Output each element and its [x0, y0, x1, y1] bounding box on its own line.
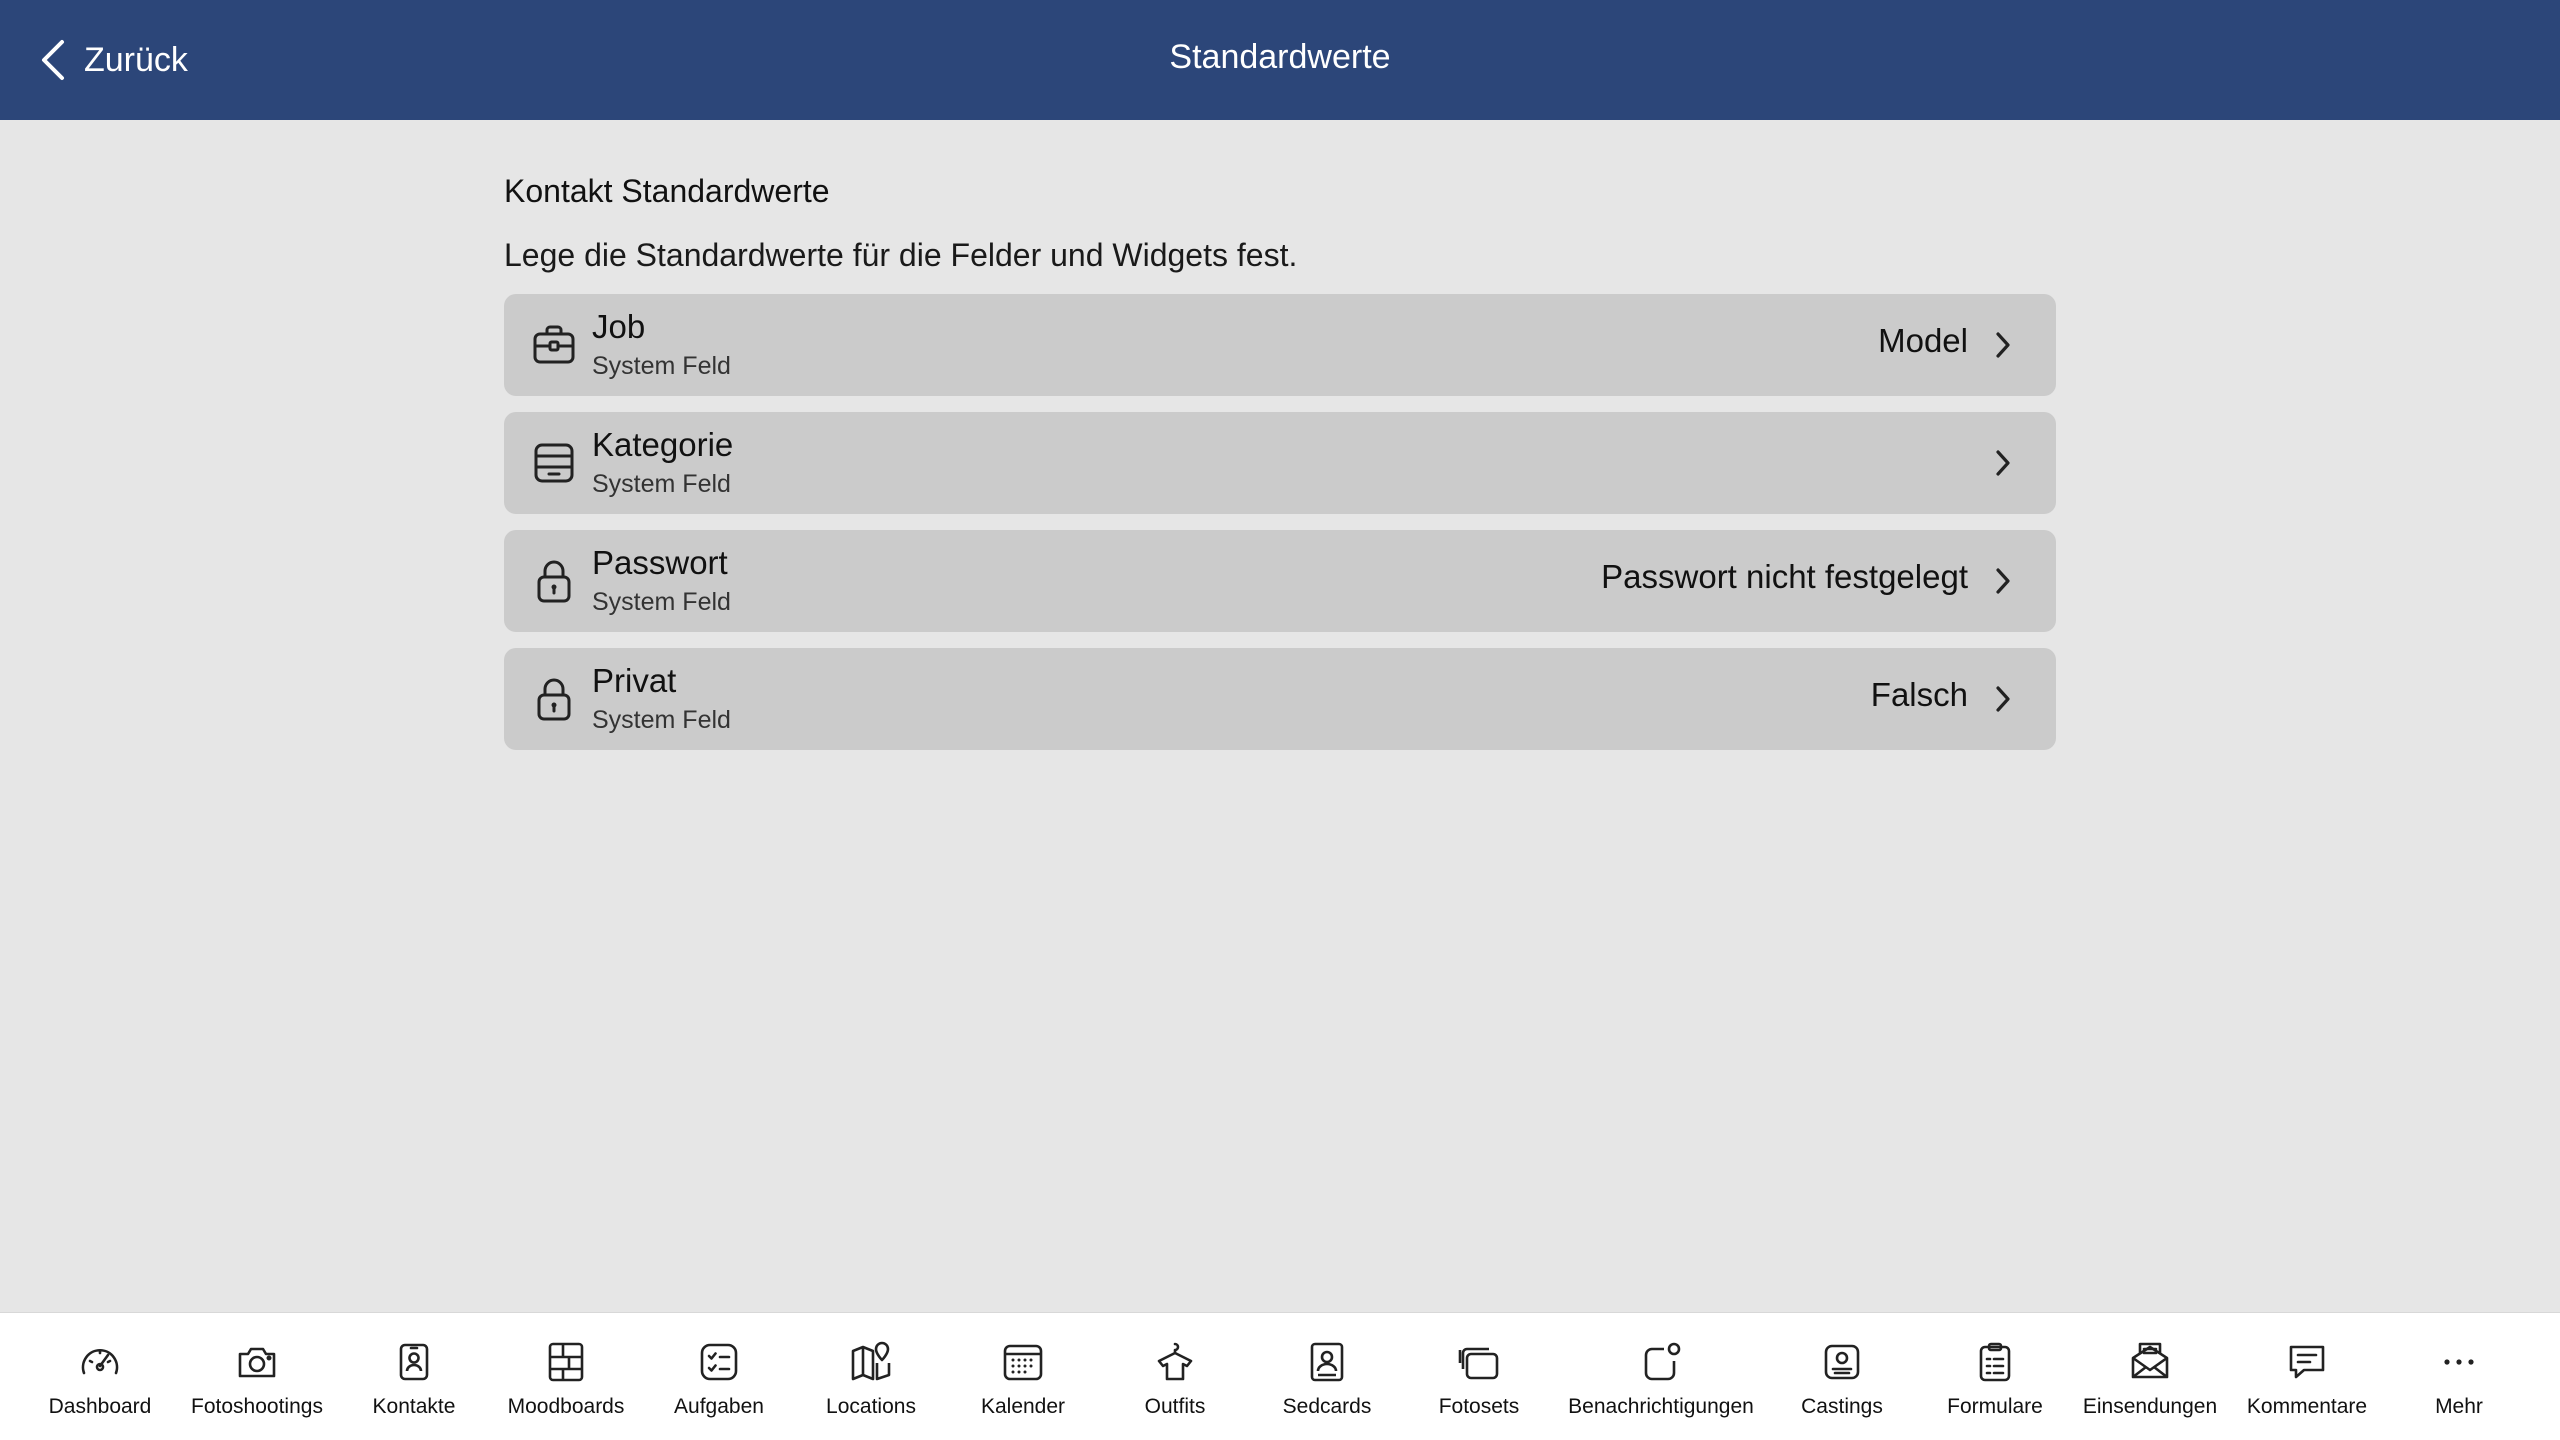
contact-icon: [391, 1339, 437, 1385]
tab-fotoshootings[interactable]: Fotoshootings: [187, 1313, 327, 1440]
archive-icon: [530, 439, 578, 487]
page-title: Standardwerte: [1169, 38, 1391, 76]
tab-sedcards[interactable]: Sedcards: [1267, 1313, 1387, 1440]
sedcard-icon: [1304, 1339, 1350, 1385]
tab-label: Sedcards: [1282, 1395, 1372, 1418]
shirt-icon: [1152, 1339, 1198, 1385]
list-item-privat[interactable]: Privat System Feld Falsch: [504, 648, 2056, 750]
tab-label: Fotoshootings: [191, 1395, 323, 1418]
tab-label: Dashboard: [48, 1395, 152, 1418]
tab-benachrichtigungen[interactable]: Benachrichtigungen: [1566, 1313, 1756, 1440]
chevron-right-icon: [1996, 686, 2010, 712]
tab-formulare[interactable]: Formulare: [1935, 1313, 2055, 1440]
tab-label: Formulare: [1947, 1395, 2043, 1418]
gauge-icon: [77, 1339, 123, 1385]
list-item-value: Model: [1878, 322, 1968, 359]
tab-bar: Dashboard Fotoshootings Kontakte Moodboa…: [0, 1312, 2560, 1440]
list-item-subtitle: System Feld: [592, 352, 731, 380]
list-item-title: Job: [592, 308, 646, 345]
comment-icon: [2284, 1339, 2330, 1385]
tab-label: Kontakte: [372, 1395, 456, 1418]
list-item-subtitle: System Feld: [592, 588, 731, 616]
lock-icon: [530, 557, 578, 605]
list-item-job[interactable]: Job System Feld Model: [504, 294, 2056, 396]
tab-label: Einsendungen: [2082, 1395, 2218, 1418]
notification-icon: [1638, 1339, 1684, 1385]
tab-label: Benachrichtigungen: [1568, 1395, 1754, 1418]
list-item-title: Passwort: [592, 544, 728, 581]
tab-kontakte[interactable]: Kontakte: [354, 1313, 474, 1440]
list-item-value: Passwort nicht festgelegt: [1601, 558, 1968, 595]
list-item-kategorie[interactable]: Kategorie System Feld: [504, 412, 2056, 514]
moodboard-icon: [543, 1339, 589, 1385]
tab-kommentare[interactable]: Kommentare: [2242, 1313, 2372, 1440]
tab-label: Locations: [826, 1395, 916, 1418]
casting-icon: [1819, 1339, 1865, 1385]
tab-kalender[interactable]: Kalender: [963, 1313, 1083, 1440]
tab-outfits[interactable]: Outfits: [1115, 1313, 1235, 1440]
tab-castings[interactable]: Castings: [1782, 1313, 1902, 1440]
tab-label: Mehr: [2435, 1395, 2483, 1418]
main-content: Kontakt Standardwerte Lege die Standardw…: [504, 168, 2056, 766]
tab-dashboard[interactable]: Dashboard: [40, 1313, 160, 1440]
more-icon: [2436, 1339, 2482, 1385]
section-description: Lege die Standardwerte für die Felder un…: [504, 237, 1298, 273]
section-title: Kontakt Standardwerte: [504, 173, 830, 209]
navigation-bar: Zurück Standardwerte: [0, 0, 2560, 120]
tab-label: Aufgaben: [674, 1395, 764, 1418]
photosets-icon: [1456, 1339, 1502, 1385]
list-item-subtitle: System Feld: [592, 706, 731, 734]
tab-label: Kalender: [980, 1395, 1066, 1418]
tab-fotosets[interactable]: Fotosets: [1419, 1313, 1539, 1440]
list-item-subtitle: System Feld: [592, 470, 731, 498]
tab-label: Castings: [1801, 1395, 1883, 1418]
briefcase-icon: [530, 321, 578, 369]
clipboard-icon: [1972, 1339, 2018, 1385]
chevron-right-icon: [1996, 450, 2010, 476]
tab-label: Fotosets: [1438, 1395, 1520, 1418]
list-item-title: Privat: [592, 662, 677, 699]
tab-label: Moodboards: [507, 1395, 625, 1418]
tab-label: Outfits: [1144, 1395, 1206, 1418]
camera-icon: [234, 1339, 280, 1385]
list-item-value: Falsch: [1870, 676, 1968, 713]
settings-list: Job System Feld Model Kategorie System F…: [504, 294, 2056, 750]
tab-mehr[interactable]: Mehr: [2399, 1313, 2519, 1440]
chevron-right-icon: [1996, 332, 2010, 358]
map-icon: [848, 1339, 894, 1385]
tab-aufgaben[interactable]: Aufgaben: [659, 1313, 779, 1440]
list-item-title: Kategorie: [592, 426, 734, 463]
chevron-right-icon: [1996, 568, 2010, 594]
lock-icon: [530, 675, 578, 723]
tab-locations[interactable]: Locations: [811, 1313, 931, 1440]
tab-einsendungen[interactable]: Einsendungen: [2083, 1313, 2217, 1440]
calendar-icon: [1000, 1339, 1046, 1385]
tab-label: Kommentare: [2246, 1395, 2368, 1418]
envelope-icon: [2127, 1339, 2173, 1385]
checklist-icon: [696, 1339, 742, 1385]
list-item-passwort[interactable]: Passwort System Feld Passwort nicht fest…: [504, 530, 2056, 632]
tab-moodboards[interactable]: Moodboards: [501, 1313, 631, 1440]
